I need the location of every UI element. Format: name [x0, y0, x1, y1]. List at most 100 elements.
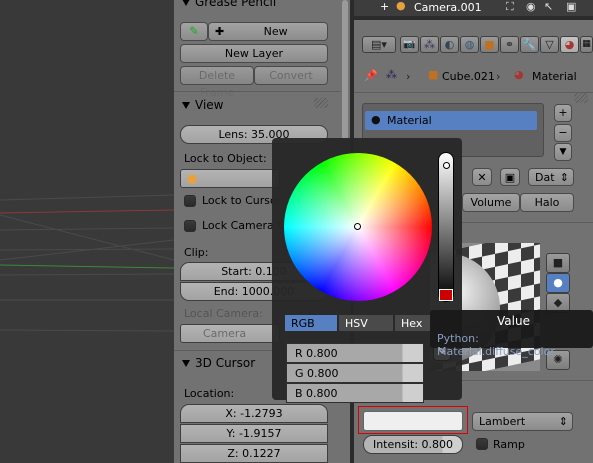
save-icon: ▣	[504, 171, 516, 184]
pencil-icon: ✎	[188, 24, 200, 38]
scene-small-icon: ⁂	[386, 68, 397, 81]
layers-icon: ⁂	[424, 38, 435, 51]
volume-tab-button[interactable]: Volume	[462, 193, 520, 212]
cube-icon: ■	[484, 38, 495, 51]
lock-to-cursor-checkbox[interactable]	[184, 195, 196, 207]
convert-button[interactable]: Convert	[254, 66, 328, 85]
camera-render-icon: 📷	[403, 39, 416, 50]
value-slider-knob[interactable]	[443, 162, 450, 169]
halo-tab-button[interactable]: Halo	[520, 193, 574, 212]
lock-to-cursor-label: Lock to Cursor	[202, 194, 282, 207]
plane-icon: ■	[552, 256, 564, 269]
preview-plane-button[interactable]: ■	[546, 253, 570, 273]
delete-frame-button[interactable]: Delete Frame	[180, 66, 254, 99]
restrict-select-icon[interactable]: ⛶	[506, 0, 514, 14]
chevron-down-icon: ▼	[559, 147, 567, 157]
chevron-right-icon: ›	[406, 70, 411, 83]
material-slot-label: Material	[387, 114, 432, 127]
scene-tab[interactable]: ◐	[440, 36, 459, 53]
ramp-checkbox[interactable]	[476, 438, 488, 450]
x-axis-line	[0, 209, 174, 214]
local-camera-label: Local Camera:	[184, 307, 263, 320]
panel-drag-handle[interactable]	[314, 98, 328, 108]
close-icon: ✕	[477, 171, 487, 184]
slot-specials-button[interactable]: ▼	[554, 143, 572, 161]
green-slider[interactable]: G 0.800	[286, 363, 424, 383]
outliner-item-label[interactable]: Camera.001	[414, 1, 482, 14]
texture-tab[interactable]: ▦	[580, 36, 593, 53]
red-slider[interactable]: R 0.800	[286, 343, 424, 363]
render-icon[interactable]: ▣	[566, 0, 576, 13]
panel-drag-handle[interactable]	[574, 93, 588, 103]
cube-small-icon: ■	[428, 68, 439, 81]
tab-hsv[interactable]: HSV	[338, 314, 394, 332]
new-gp-button[interactable]: ✚ New	[208, 22, 328, 41]
minus-icon: −	[558, 126, 568, 139]
updown-icon: ⇕	[558, 415, 568, 428]
camera-icon: ●	[396, 0, 406, 12]
fake-user-button[interactable]: ▣	[500, 168, 520, 186]
editor-type-button[interactable]: ▤▾	[362, 36, 396, 53]
local-camera-field[interactable]: Camera	[180, 324, 280, 343]
scene-icon: ◐	[444, 38, 455, 51]
render-layers-tab[interactable]: ⁂	[420, 36, 439, 53]
material-sphere-icon: ●	[371, 113, 381, 126]
sphere-icon: ●	[553, 276, 563, 289]
tooltip: Value Python: Material.diffuse_color	[430, 310, 593, 358]
3d-cursor-header[interactable]: 3D Cursor	[182, 356, 255, 370]
lock-to-object-label: Lock to Object:	[184, 152, 267, 165]
link-data-dropdown[interactable]: Dat ⇕	[528, 168, 574, 186]
clip-label: Clip:	[184, 246, 209, 259]
view-panel-header[interactable]: View	[182, 98, 223, 112]
tab-hex[interactable]: Hex	[394, 314, 432, 332]
3d-viewport[interactable]	[0, 0, 174, 463]
value-slider[interactable]	[438, 152, 454, 302]
material-icon: ◕	[564, 38, 575, 51]
eye-icon[interactable]: ◉	[526, 0, 536, 13]
mesh-icon: ▽	[545, 38, 554, 51]
draw-pencil-button[interactable]: ✎	[180, 22, 208, 41]
preview-sphere-button[interactable]: ●	[546, 273, 570, 293]
tab-rgb[interactable]: RGB	[284, 314, 338, 332]
ramp-label: Ramp	[493, 438, 525, 451]
world-icon: ◍	[464, 38, 475, 51]
blue-slider[interactable]: B 0.800	[286, 383, 424, 403]
object-tab[interactable]: ■	[480, 36, 499, 53]
viewport-grid	[0, 194, 174, 332]
data-tab[interactable]: ▽	[540, 36, 559, 53]
grease-pencil-header[interactable]: Grease Pencil	[182, 0, 276, 9]
cursor-icon[interactable]: ↖	[544, 0, 553, 13]
lock-object-field[interactable]: ■	[180, 169, 280, 188]
world-tab[interactable]: ◍	[460, 36, 479, 53]
new-layer-button[interactable]: New Layer	[180, 44, 328, 63]
unlink-material-button[interactable]: ✕	[472, 168, 492, 186]
modifiers-tab[interactable]: 🔧	[520, 36, 539, 53]
chevron-right-icon: ›	[496, 70, 501, 83]
cursor-x-field[interactable]: X: -1.2793	[180, 404, 328, 423]
breadcrumb-material: Material	[532, 70, 577, 83]
wheel-cursor[interactable]	[354, 223, 361, 230]
color-swatch-preview	[439, 289, 453, 301]
constraints-tab[interactable]: ⚭	[500, 36, 519, 53]
diffuse-intensity-field[interactable]: Intensit: 0.800	[363, 435, 463, 454]
checker-icon: ▦	[582, 39, 591, 49]
wrench-icon: 🔧	[522, 38, 537, 51]
outliner-strip: + ● Camera.001 ⛶ ◉ ↖ ▣	[354, 0, 593, 16]
diffuse-shader-dropdown[interactable]: Lambert ⇕	[472, 412, 573, 431]
expand-icon: +	[380, 0, 390, 13]
breadcrumb-object: Cube.021	[442, 70, 495, 83]
material-small-icon: ◕	[514, 68, 524, 81]
lock-camera-label: Lock Camera t	[202, 219, 282, 232]
remove-slot-button[interactable]: −	[554, 124, 572, 142]
diffuse-color-swatch[interactable]	[363, 411, 463, 431]
material-slot-selected[interactable]: ● Material	[365, 111, 537, 130]
lock-camera-checkbox[interactable]	[184, 220, 196, 232]
add-slot-button[interactable]: +	[554, 104, 572, 122]
cursor-y-field[interactable]: Y: -1.9157	[180, 424, 328, 443]
properties-editor-icon: ▤▾	[371, 38, 387, 51]
pin-icon[interactable]: 📌	[364, 69, 378, 82]
updown-icon: ⇕	[559, 171, 569, 184]
material-tab[interactable]: ◕	[560, 36, 579, 53]
render-tab[interactable]: 📷	[400, 36, 419, 53]
cursor-z-field[interactable]: Z: 0.1227	[180, 444, 328, 463]
